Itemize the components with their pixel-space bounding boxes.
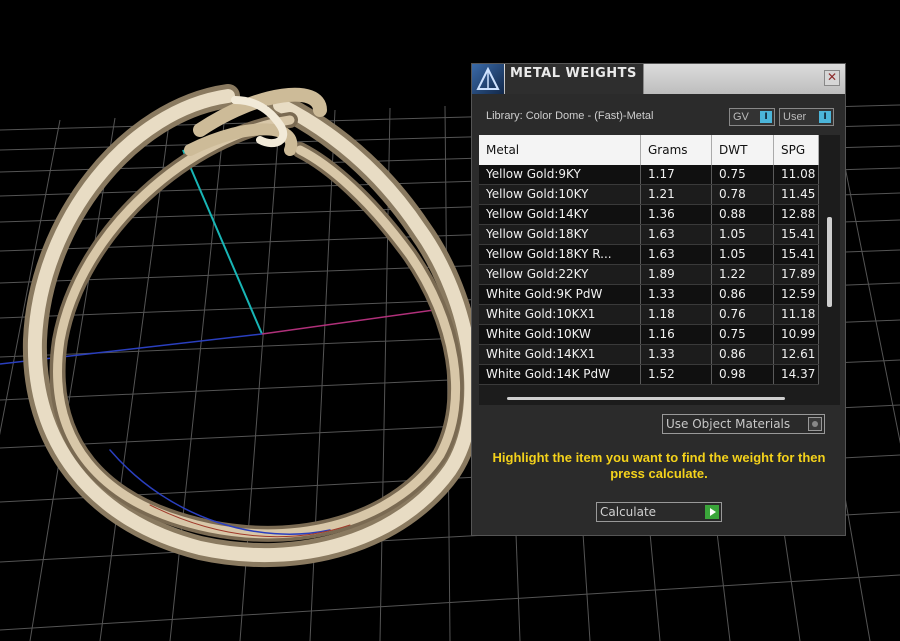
table-row[interactable]: White Gold:14K PdW 1.52 0.98 14.37 bbox=[479, 365, 819, 385]
metal-cell: White Gold:10KW bbox=[479, 325, 641, 344]
table-row[interactable]: White Gold:14KX1 1.33 0.86 12.61 bbox=[479, 345, 819, 365]
table-row[interactable]: White Gold:10KX1 1.18 0.76 11.18 bbox=[479, 305, 819, 325]
table-row[interactable]: Yellow Gold:9KY 1.17 0.75 11.08 bbox=[479, 165, 819, 185]
use-object-materials-option[interactable]: Use Object Materials bbox=[662, 414, 825, 434]
calculate-button[interactable]: Calculate bbox=[596, 502, 722, 522]
title-tab: METAL WEIGHTS bbox=[505, 64, 644, 94]
grams-cell: 1.89 bbox=[641, 265, 712, 284]
table-row[interactable]: Yellow Gold:14KY 1.36 0.88 12.88 bbox=[479, 205, 819, 225]
metal-cell: White Gold:9K PdW bbox=[479, 285, 641, 304]
spg-cell: 11.45 bbox=[774, 185, 819, 204]
metal-cell: Yellow Gold:14KY bbox=[479, 205, 641, 224]
dwt-cell: 0.75 bbox=[712, 325, 774, 344]
dwt-cell: 0.76 bbox=[712, 305, 774, 324]
horizontal-scrollbar[interactable] bbox=[507, 397, 785, 400]
metal-cell: Yellow Gold:22KY bbox=[479, 265, 641, 284]
grams-cell: 1.33 bbox=[641, 285, 712, 304]
dwt-cell: 1.22 bbox=[712, 265, 774, 284]
calculate-label: Calculate bbox=[600, 505, 657, 519]
metal-cell: Yellow Gold:18KY R... bbox=[479, 245, 641, 264]
library-label: Library: Color Dome - (Fast)-Metal bbox=[486, 110, 654, 122]
dwt-cell: 0.88 bbox=[712, 205, 774, 224]
toggle-knob-icon: I bbox=[819, 111, 831, 123]
gv-toggle[interactable]: GV I bbox=[729, 108, 775, 126]
metal-cell: White Gold:14KX1 bbox=[479, 345, 641, 364]
metal-weights-panel: METAL WEIGHTS ✕ Library: Color Dome - (F… bbox=[471, 63, 846, 536]
column-header-metal[interactable]: Metal bbox=[479, 135, 641, 165]
spg-cell: 14.37 bbox=[774, 365, 819, 384]
spg-cell: 12.88 bbox=[774, 205, 819, 224]
grams-cell: 1.63 bbox=[641, 245, 712, 264]
spg-cell: 12.59 bbox=[774, 285, 819, 304]
dwt-cell: 0.78 bbox=[712, 185, 774, 204]
metal-cell: White Gold:10KX1 bbox=[479, 305, 641, 324]
table-row[interactable]: Yellow Gold:10KY 1.21 0.78 11.45 bbox=[479, 185, 819, 205]
metal-cell: White Gold:14K PdW bbox=[479, 365, 641, 384]
dwt-cell: 1.05 bbox=[712, 225, 774, 244]
user-toggle-label: User bbox=[783, 111, 807, 123]
spg-cell: 11.18 bbox=[774, 305, 819, 324]
metal-cell: Yellow Gold:18KY bbox=[479, 225, 641, 244]
spg-cell: 12.61 bbox=[774, 345, 819, 364]
spg-cell: 17.89 bbox=[774, 265, 819, 284]
grams-cell: 1.17 bbox=[641, 165, 712, 184]
dwt-cell: 0.75 bbox=[712, 165, 774, 184]
grams-cell: 1.16 bbox=[641, 325, 712, 344]
dwt-cell: 0.86 bbox=[712, 285, 774, 304]
dwt-cell: 1.05 bbox=[712, 245, 774, 264]
radio-icon[interactable] bbox=[808, 417, 822, 431]
table-row[interactable]: Yellow Gold:18KY R... 1.63 1.05 15.41 bbox=[479, 245, 819, 265]
dwt-cell: 0.86 bbox=[712, 345, 774, 364]
table-row[interactable]: White Gold:9K PdW 1.33 0.86 12.59 bbox=[479, 285, 819, 305]
grams-cell: 1.21 bbox=[641, 185, 712, 204]
play-icon[interactable] bbox=[705, 505, 719, 519]
app-logo-icon bbox=[472, 64, 504, 94]
grams-cell: 1.63 bbox=[641, 225, 712, 244]
grams-cell: 1.52 bbox=[641, 365, 712, 384]
table-header: Metal Grams DWT SPG bbox=[479, 135, 819, 165]
table-row[interactable]: White Gold:10KW 1.16 0.75 10.99 bbox=[479, 325, 819, 345]
grams-cell: 1.36 bbox=[641, 205, 712, 224]
dwt-cell: 0.98 bbox=[712, 365, 774, 384]
ring-model[interactable] bbox=[22, 84, 484, 568]
gv-toggle-label: GV bbox=[733, 111, 749, 123]
spg-cell: 11.08 bbox=[774, 165, 819, 184]
metal-cell: Yellow Gold:10KY bbox=[479, 185, 641, 204]
panel-titlebar[interactable]: METAL WEIGHTS ✕ bbox=[472, 64, 845, 94]
grams-cell: 1.33 bbox=[641, 345, 712, 364]
use-object-materials-label: Use Object Materials bbox=[666, 417, 791, 431]
table-row[interactable]: Yellow Gold:22KY 1.89 1.22 17.89 bbox=[479, 265, 819, 285]
panel-title: METAL WEIGHTS bbox=[510, 66, 637, 81]
column-header-spg[interactable]: SPG bbox=[774, 135, 819, 165]
table-body: Yellow Gold:9KY 1.17 0.75 11.08 Yellow Gold:… bbox=[479, 165, 819, 385]
close-icon[interactable]: ✕ bbox=[824, 70, 840, 86]
spg-cell: 15.41 bbox=[774, 225, 819, 244]
instructions-text: Highlight the item you want to find the … bbox=[492, 450, 826, 481]
toggle-knob-icon: I bbox=[760, 111, 772, 123]
grams-cell: 1.18 bbox=[641, 305, 712, 324]
user-toggle[interactable]: User I bbox=[779, 108, 834, 126]
column-header-grams[interactable]: Grams bbox=[641, 135, 712, 165]
column-header-dwt[interactable]: DWT bbox=[712, 135, 774, 165]
vertical-scrollbar[interactable] bbox=[827, 217, 832, 307]
metal-table[interactable]: Metal Grams DWT SPG Yellow Gold:9KY 1.17 0… bbox=[479, 135, 840, 405]
spg-cell: 10.99 bbox=[774, 325, 819, 344]
spg-cell: 15.41 bbox=[774, 245, 819, 264]
table-row[interactable]: Yellow Gold:18KY 1.63 1.05 15.41 bbox=[479, 225, 819, 245]
metal-cell: Yellow Gold:9KY bbox=[479, 165, 641, 184]
